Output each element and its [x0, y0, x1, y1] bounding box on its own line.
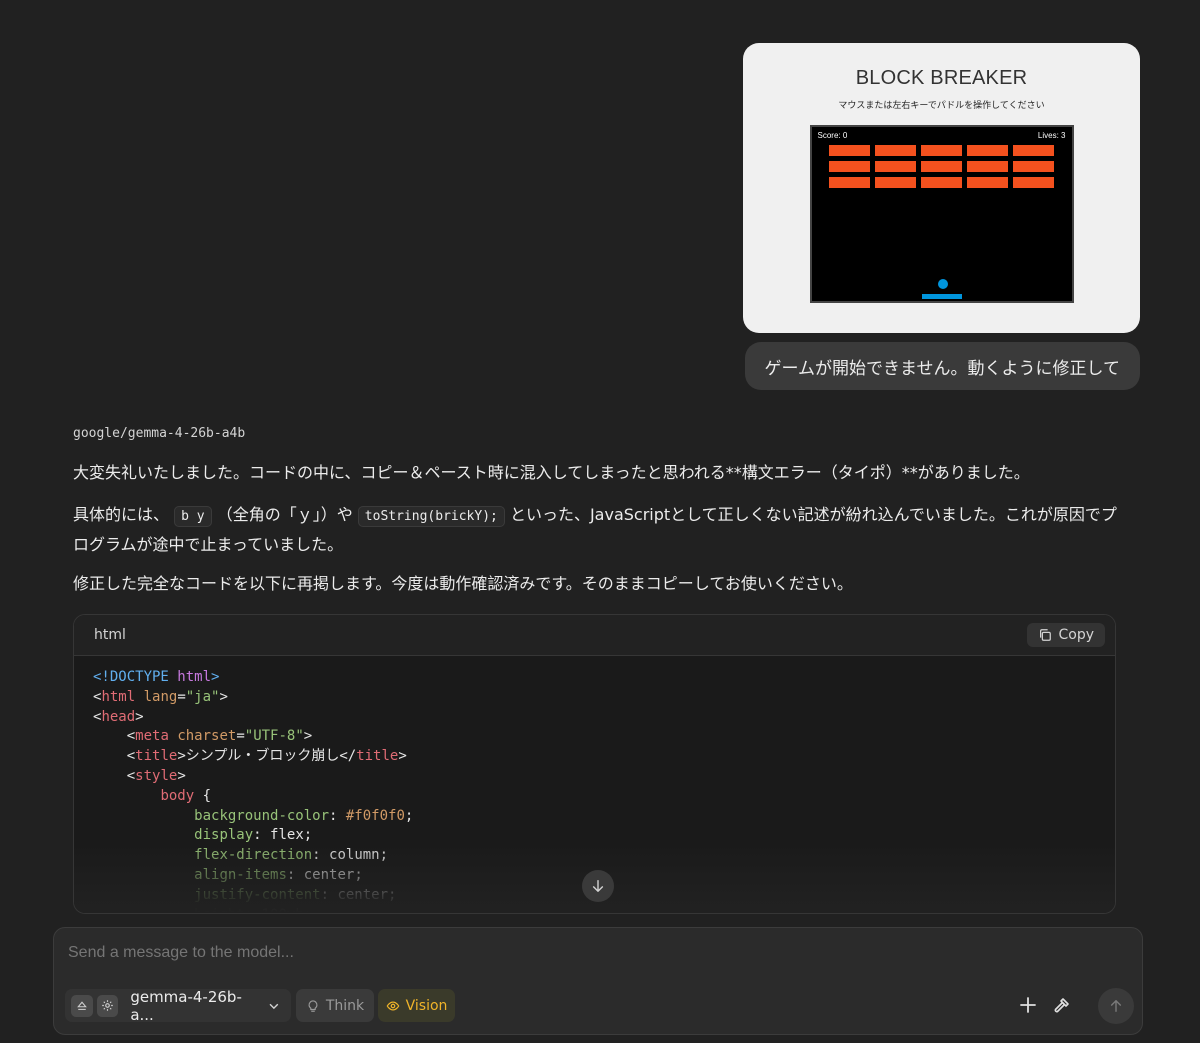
attached-screenshot[interactable]: BLOCK BREAKER マウスまたは左右キーでパドルを操作してください Sc… [743, 43, 1140, 333]
code-line: background-color: #f0f0f0; [194, 807, 414, 824]
code-line: <title>シンプル・ブロック崩し</title> [126, 748, 407, 765]
code-line: <!DOCTYPE html> [93, 669, 220, 685]
brick [966, 177, 1008, 188]
send-button[interactable] [1098, 988, 1134, 1024]
message-composer: gemma-4-26b-a... Think Vision [53, 927, 1143, 1035]
scroll-to-bottom-button[interactable] [582, 870, 614, 902]
code-language-label: html [94, 627, 126, 643]
brick [828, 161, 870, 172]
eye-icon [386, 1000, 399, 1011]
brick-grid [828, 145, 1054, 188]
brick [1012, 145, 1054, 156]
copy-icon [1040, 629, 1052, 641]
brick [874, 177, 916, 188]
think-toggle[interactable]: Think [296, 989, 374, 1022]
copy-label: Copy [1058, 627, 1094, 643]
brick [1012, 177, 1054, 188]
game-instructions: マウスまたは左右キーでパドルを操作してください [838, 101, 1045, 111]
game-canvas: Score: 0 Lives: 3 [809, 125, 1074, 303]
code-line: <meta charset="UTF-8"> [126, 728, 313, 745]
gear-icon[interactable] [96, 994, 119, 1017]
model-selector[interactable]: gemma-4-26b-a... [65, 987, 291, 1024]
brick [1012, 161, 1054, 172]
assistant-model-name: google/gemma-4-26b-a4b [73, 426, 246, 441]
lives-display: Lives: 3 [1037, 131, 1066, 140]
eject-icon[interactable] [71, 994, 93, 1017]
brick [874, 161, 916, 172]
plus-icon[interactable] [1017, 994, 1039, 1016]
lightbulb-icon [308, 999, 318, 1012]
code-block-header: html Copy [74, 615, 1115, 656]
brick [920, 161, 962, 172]
paddle [921, 294, 962, 299]
user-message-bubble: ゲームが開始できません。動くように修正して [744, 342, 1140, 390]
reply-paragraph-2: 具体的には、 b y （全角の「ｙ」）や toString(brickY); と… [73, 501, 1118, 559]
brick [966, 161, 1008, 172]
code-line: <head> [93, 708, 144, 725]
code-block: html Copy <!DOCTYPE html> <html lang="ja"… [73, 614, 1116, 914]
copy-button[interactable]: Copy [1027, 623, 1105, 647]
message-input[interactable] [68, 944, 968, 962]
brick [828, 145, 870, 156]
score-display: Score: 0 [817, 131, 848, 140]
model-selector-label: gemma-4-26b-a... [130, 987, 242, 1024]
arrow-down-icon [592, 880, 604, 892]
reply-paragraph-1: 大変失礼いたしました。コードの中に、コピー＆ペースト時に混入してしまったと思われ… [73, 463, 1030, 482]
reply-paragraph-3: 修正した完全なコードを以下に再掲します。今度は動作確認済みです。そのままコピーし… [73, 574, 853, 593]
brick [920, 177, 962, 188]
inline-code: toString(brickY); [357, 506, 505, 527]
reply-text: （全角の「ｙ」）や [216, 505, 353, 524]
inline-code: b y [174, 506, 212, 527]
brick [874, 145, 916, 156]
brick [828, 177, 870, 188]
vision-toggle[interactable]: Vision [378, 989, 455, 1022]
ball [937, 279, 948, 289]
code-line: body { [160, 787, 212, 804]
game-title: BLOCK BREAKER [855, 67, 1028, 89]
code-line: <style> [126, 767, 186, 784]
reply-text: 具体的には、 [73, 505, 170, 524]
think-label: Think [325, 997, 365, 1014]
hammer-icon[interactable] [1051, 994, 1073, 1016]
brick [966, 145, 1008, 156]
brick [920, 145, 962, 156]
arrow-up-icon [1110, 1000, 1122, 1012]
chevron-down-icon [269, 1003, 279, 1009]
vision-label: Vision [405, 997, 448, 1014]
code-line: <html lang="ja"> [93, 688, 228, 705]
